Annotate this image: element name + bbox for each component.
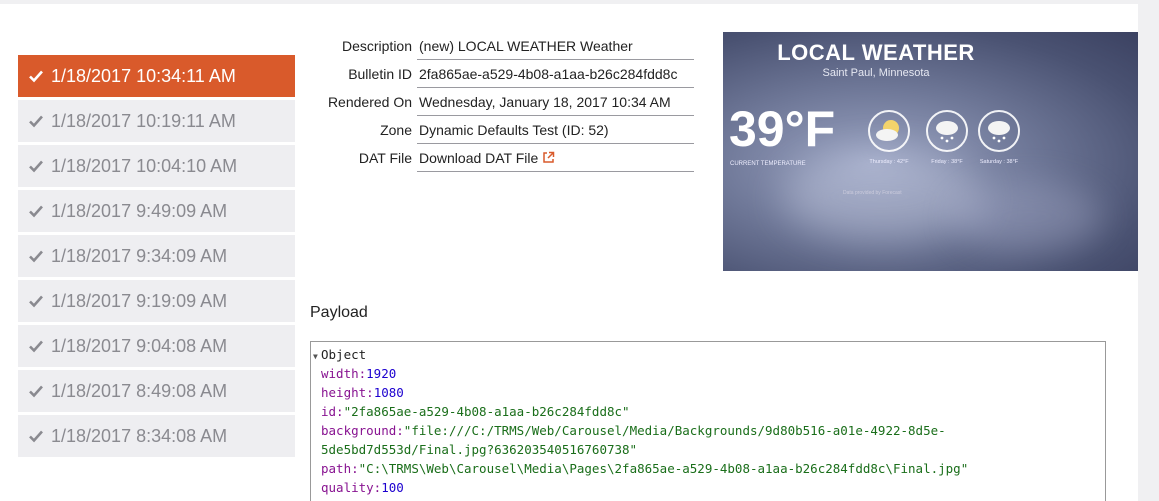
preview-credit: Data provided by Forecast <box>843 190 902 196</box>
bulletin-card: 1/18/2017 10:34:11 AM 1/18/2017 10:19:11 … <box>0 4 1138 501</box>
render-history-list: 1/18/2017 10:34:11 AM 1/18/2017 10:19:11 … <box>18 55 295 460</box>
info-row-dat: DAT File Download DAT File <box>320 143 694 172</box>
forecast-day-2-label: Friday : 38°F <box>931 159 963 165</box>
payload-field-key: id: <box>321 404 344 419</box>
check-icon <box>28 338 44 354</box>
history-item-label: 1/18/2017 9:04:08 AM <box>51 335 228 356</box>
payload-field-value: 1080 <box>373 385 404 400</box>
info-row-bulletin-id: Bulletin ID 2fa865ae-a529-4b08-a1aa-b26c… <box>320 59 694 88</box>
forecast-day-3: Saturday : 38°F <box>969 110 1029 165</box>
history-item-label: 1/18/2017 9:49:09 AM <box>51 200 228 221</box>
description-value: (new) LOCAL WEATHER Weather <box>417 32 694 60</box>
payload-field-row: height:1080 <box>313 383 1105 402</box>
payload-field-value: 5de5bd7d553d/Final.jpg?63620354051676073… <box>321 442 638 457</box>
payload-field-key: background: <box>321 423 404 438</box>
history-item-label: 1/18/2017 10:19:11 AM <box>51 110 236 131</box>
forecast-day-1: Thursday : 42°F <box>859 110 919 165</box>
payload-field-value: 1920 <box>366 366 397 381</box>
weather-preview-image: LOCAL WEATHER Saint Paul, Minnesota 39°F… <box>723 32 1138 271</box>
history-item[interactable]: 1/18/2017 10:19:11 AM <box>18 100 295 142</box>
payload-field-value: "2fa865ae-a529-4b08-a1aa-b26c284fdd8c" <box>343 404 630 419</box>
history-item[interactable]: 1/18/2017 10:34:11 AM <box>18 55 295 97</box>
external-link-icon[interactable] <box>542 151 555 164</box>
history-item-label: 1/18/2017 9:19:09 AM <box>51 290 228 311</box>
history-item[interactable]: 1/18/2017 9:04:08 AM <box>18 325 295 367</box>
rendered-on-value: Wednesday, January 18, 2017 10:34 AM <box>417 87 694 116</box>
preview-temperature: 39°F <box>729 101 836 157</box>
payload-field-value: "C:\TRMS\Web\Carousel\Media\Pages\2fa865… <box>358 461 969 476</box>
payload-field-value: 100 <box>381 480 404 495</box>
history-item[interactable]: 1/18/2017 9:49:09 AM <box>18 190 295 232</box>
payload-field-row: width:1920 <box>313 364 1105 383</box>
payload-heading: Payload <box>310 304 368 321</box>
bulletin-id-value: 2fa865ae-a529-4b08-a1aa-b26c284fdd8c <box>417 59 694 88</box>
forecast-day-3-label: Saturday : 38°F <box>979 159 1019 165</box>
zone-label: Zone <box>380 121 412 138</box>
check-icon <box>28 248 44 264</box>
history-item[interactable]: 1/18/2017 8:49:08 AM <box>18 370 295 412</box>
payload-field-row: quality:100 <box>313 478 1105 497</box>
payload-field-key: height: <box>321 385 374 400</box>
history-item[interactable]: 1/18/2017 9:19:09 AM <box>18 280 295 322</box>
bulletin-id-label: Bulletin ID <box>348 65 412 82</box>
check-icon <box>28 203 44 219</box>
history-item-label: 1/18/2017 8:49:08 AM <box>51 380 228 401</box>
history-item[interactable]: 1/18/2017 8:34:08 AM <box>18 415 295 457</box>
payload-field-key: width: <box>321 366 367 381</box>
history-item[interactable]: 1/18/2017 10:04:10 AM <box>18 145 295 187</box>
info-row-description: Description (new) LOCAL WEATHER Weather <box>320 32 694 60</box>
zone-value: Dynamic Defaults Test (ID: 52) <box>417 115 694 144</box>
payload-root-label: Object <box>321 347 367 362</box>
info-row-rendered: Rendered On Wednesday, January 18, 2017 … <box>320 87 694 116</box>
payload-field-row: id:"2fa865ae-a529-4b08-a1aa-b26c284fdd8c… <box>313 402 1105 421</box>
partly-sunny-icon <box>868 110 910 152</box>
check-icon <box>28 68 44 84</box>
preview-subtitle: Saint Paul, Minnesota <box>822 67 930 79</box>
payload-root-row[interactable]: ▼ Object <box>313 345 1105 364</box>
bulletin-info-table: Description (new) LOCAL WEATHER Weather … <box>320 32 694 172</box>
history-item-label: 1/18/2017 8:34:08 AM <box>51 425 228 446</box>
check-icon <box>28 293 44 309</box>
check-icon <box>28 383 44 399</box>
info-row-zone: Zone Dynamic Defaults Test (ID: 52) <box>320 115 694 144</box>
check-icon <box>28 428 44 444</box>
description-label: Description <box>341 37 412 54</box>
preview-title: LOCAL WEATHER <box>777 40 975 65</box>
payload-field-key: quality: <box>321 480 382 495</box>
rendered-on-label: Rendered On <box>327 93 412 110</box>
forecast-day-1-label: Thursday : 42°F <box>869 159 909 165</box>
expand-triangle-icon[interactable]: ▼ <box>313 347 321 366</box>
payload-field-row: background:"file:///C:/TRMS/Web/Carousel… <box>313 421 1105 440</box>
preview-current-label: CURRENT TEMPERATURE <box>730 161 806 167</box>
check-icon <box>28 113 44 129</box>
history-item[interactable]: 1/18/2017 9:34:09 AM <box>18 235 295 277</box>
payload-field-key: path: <box>321 461 359 476</box>
payload-field-row: path:"C:\TRMS\Web\Carousel\Media\Pages\2… <box>313 459 1105 478</box>
check-icon <box>28 158 44 174</box>
forecast-day-2: Friday : 38°F <box>917 110 977 165</box>
download-dat-link[interactable]: Download DAT File <box>419 150 538 166</box>
history-item-label: 1/18/2017 10:04:10 AM <box>51 155 238 176</box>
payload-inspector[interactable]: ▼ Object width:1920 height:1080 id:"2fa865a… <box>310 341 1106 501</box>
history-item-label: 1/18/2017 10:34:11 AM <box>51 65 236 86</box>
snow-cloud-icon <box>978 110 1020 152</box>
history-item-label: 1/18/2017 9:34:09 AM <box>51 245 228 266</box>
dat-file-label: DAT File <box>358 149 412 166</box>
payload-field-row: 5de5bd7d553d/Final.jpg?63620354051676073… <box>313 440 1105 459</box>
dat-file-cell: Download DAT File <box>417 143 694 172</box>
snow-cloud-icon <box>926 110 968 152</box>
payload-field-value: "file:///C:/TRMS/Web/Carousel/Media/Back… <box>403 423 946 438</box>
